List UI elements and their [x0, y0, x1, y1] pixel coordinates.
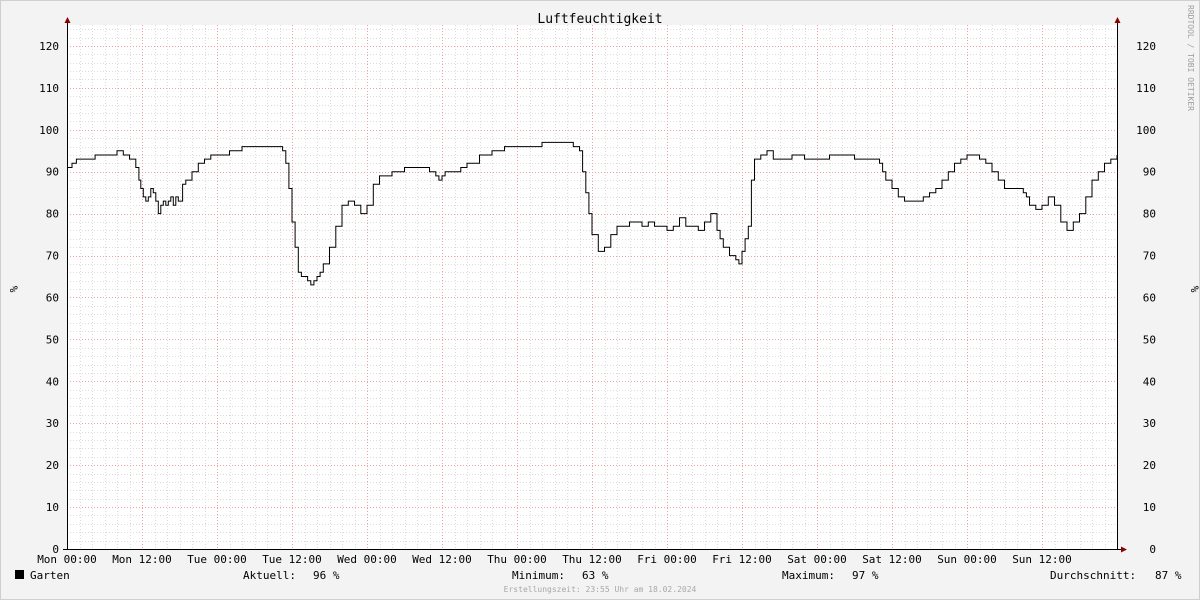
x-tick-label: Wed 00:00 — [337, 553, 397, 566]
y-axis-arrow-left — [64, 17, 71, 23]
stat-maximum-label: Maximum: — [782, 569, 835, 582]
y-tick-label-right: 10 — [1143, 501, 1156, 514]
stat-maximum-value: 97 % — [852, 569, 879, 582]
y-axis-label-left: % — [7, 286, 20, 293]
y-tick-label-left: 40 — [46, 375, 59, 388]
stat-current-label: Aktuell: — [243, 569, 296, 582]
legend-swatch — [15, 570, 24, 579]
y-axis-arrow-right — [1114, 17, 1121, 23]
x-tick-label: Fri 00:00 — [637, 553, 697, 566]
x-tick-label: Wed 12:00 — [412, 553, 472, 566]
y-tick-label-left: 20 — [46, 459, 59, 472]
y-tick-label-right: 60 — [1143, 291, 1156, 304]
y-axis-label-right: % — [1188, 286, 1200, 293]
y-tick-label-left: 100 — [39, 124, 59, 137]
stat-average-label: Durchschnitt: — [1050, 569, 1136, 582]
chart-window: 0 10 20 30 40 50 60 70 80 90 100 110 120 0 10 20 30 40 50… — [0, 0, 1200, 600]
y-tick-label-left: 80 — [46, 208, 59, 221]
y-tick-label-left: 120 — [39, 40, 59, 53]
y-tick-label-left: 60 — [46, 291, 59, 304]
x-tick-label: Thu 12:00 — [562, 553, 622, 566]
y-tick-label-left: 110 — [39, 82, 59, 95]
y-tick-label-right: 90 — [1143, 166, 1156, 179]
chart-title: Luftfeuchtigkeit — [537, 12, 662, 27]
stat-minimum-value: 63 % — [582, 569, 609, 582]
stat-current-value: 96 % — [313, 569, 340, 582]
stat-minimum-label: Minimum: — [512, 569, 565, 582]
legend-label: Garten — [30, 569, 70, 582]
x-tick-label: Tue 12:00 — [262, 553, 322, 566]
rrdtool-watermark: RRDTOOL / TOBI OETIKER — [1186, 5, 1195, 111]
y-tick-label-right: 120 — [1136, 40, 1156, 53]
y-tick-label-left: 10 — [46, 501, 59, 514]
x-tick-label: Mon 12:00 — [112, 553, 172, 566]
y-tick-label-right: 20 — [1143, 459, 1156, 472]
x-tick-label: Mon 00:00 — [37, 553, 97, 566]
humidity-chart: 0 10 20 30 40 50 60 70 80 90 100 110 120 0 10 20 30 40 50… — [7, 5, 1200, 594]
x-tick-label: Thu 00:00 — [487, 553, 547, 566]
creation-time-footer: Erstellungszeit: 23:55 Uhr am 18.02.2024 — [504, 585, 697, 594]
x-tick-label: Sat 00:00 — [787, 553, 847, 566]
y-tick-label-left: 70 — [46, 250, 59, 263]
y-tick-label-right: 0 — [1149, 543, 1156, 556]
y-tick-label-right: 80 — [1143, 208, 1156, 221]
y-tick-label-left: 90 — [46, 166, 59, 179]
x-tick-label: Sat 12:00 — [862, 553, 922, 566]
stat-average-value: 87 % — [1155, 569, 1182, 582]
x-tick-labels: Mon 00:00 Mon 12:00 Tue 00:00 Tue 12:00 Wed … — [37, 553, 1072, 566]
x-tick-label: Tue 00:00 — [187, 553, 247, 566]
y-tick-label-right: 40 — [1143, 375, 1156, 388]
y-tick-label-right: 70 — [1143, 250, 1156, 263]
y-tick-label-right: 100 — [1136, 124, 1156, 137]
y-tick-label-left: 50 — [46, 333, 59, 346]
y-tick-label-right: 110 — [1136, 82, 1156, 95]
x-tick-label: Sun 12:00 — [1012, 553, 1072, 566]
x-tick-label: Fri 12:00 — [712, 553, 772, 566]
y-tick-label-right: 30 — [1143, 417, 1156, 430]
x-tick-label: Sun 00:00 — [937, 553, 997, 566]
y-tick-label-right: 50 — [1143, 333, 1156, 346]
y-tick-labels-right: 0 10 20 30 40 50 60 70 80 90 100 110 120 — [1136, 40, 1156, 556]
x-axis-arrow — [1121, 546, 1127, 553]
y-tick-labels-left: 0102030405060708090100110120 — [39, 40, 59, 556]
y-tick-label-left: 30 — [46, 417, 59, 430]
